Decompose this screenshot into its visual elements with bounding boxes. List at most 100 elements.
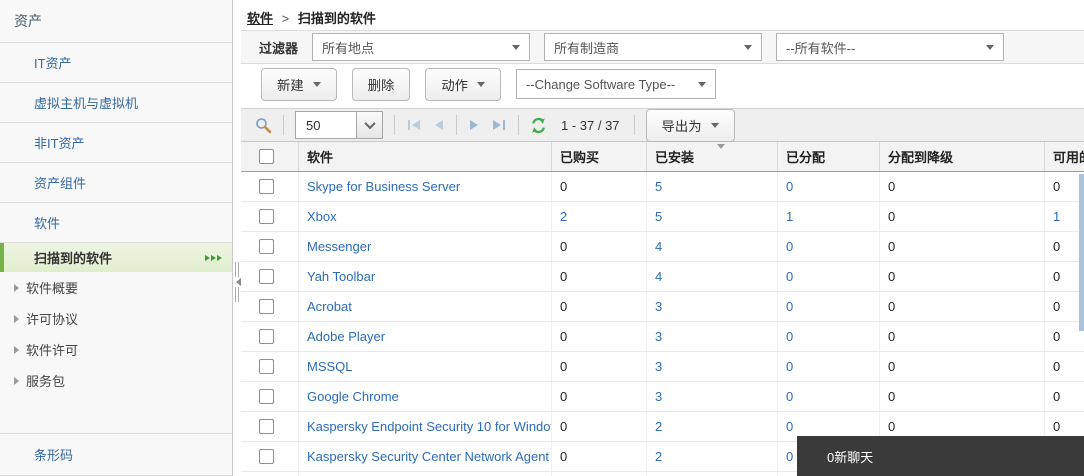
last-page-button[interactable]	[491, 118, 507, 132]
software-name-link[interactable]: Skype for Business Server	[307, 179, 460, 194]
count-link[interactable]: 4	[655, 239, 662, 254]
count-link[interactable]: 0	[786, 419, 793, 434]
cell-downgraded: 0	[879, 382, 1044, 411]
row-checkbox[interactable]	[259, 389, 274, 404]
count-link[interactable]: 3	[655, 389, 662, 404]
count-value: 0	[1053, 179, 1061, 194]
count-value: 0	[1053, 299, 1061, 314]
row-checkbox[interactable]	[259, 269, 274, 284]
software-name-link[interactable]: Kaspersky Security Center Network Agent	[307, 449, 549, 464]
count-value: 0	[1053, 359, 1061, 374]
column-header-downgraded[interactable]: 分配到降级	[879, 142, 1044, 171]
count-link[interactable]: 0	[786, 299, 793, 314]
breadcrumb: 软件 > 扫描到的软件	[241, 0, 1084, 30]
cell-name: Yah Toolbar	[298, 262, 551, 291]
column-header-installed[interactable]: 已安装	[646, 142, 777, 171]
row-checkbox[interactable]	[259, 419, 274, 434]
sidebar-splitter[interactable]	[234, 262, 242, 308]
sidebar-item[interactable]: 资产组件	[0, 163, 232, 203]
vertical-scrollbar-thumb[interactable]	[1079, 174, 1084, 331]
sidebar-item[interactable]: 条形码	[0, 433, 232, 475]
count-link[interactable]: 1	[1053, 209, 1060, 224]
software-name-link[interactable]: Yah Toolbar	[307, 269, 375, 284]
count-value: 0	[888, 299, 896, 314]
column-header-purchased[interactable]: 已购买	[551, 142, 646, 171]
first-page-button[interactable]	[406, 118, 422, 132]
count-link[interactable]: 3	[655, 359, 662, 374]
change-software-type-select[interactable]: --Change Software Type--	[515, 69, 716, 99]
column-header-name[interactable]: 软件	[298, 142, 551, 171]
cell-allocated: 0	[777, 172, 879, 201]
sidebar-subitem[interactable]: 服务包	[0, 365, 232, 396]
row-checkbox[interactable]	[259, 359, 274, 374]
site-filter-select[interactable]: 所有地点	[312, 33, 531, 61]
new-button-label: 新建	[277, 77, 304, 93]
sidebar-item[interactable]: 非IT资产	[0, 123, 232, 163]
sidebar-item[interactable]: 虚拟主机与虚拟机	[0, 83, 232, 123]
count-link[interactable]: 0	[786, 389, 793, 404]
prev-page-button[interactable]	[433, 118, 445, 132]
count-link[interactable]: 0	[786, 179, 793, 194]
expand-arrow-icon	[14, 376, 19, 385]
software-name-link[interactable]: Adobe Player	[307, 329, 385, 344]
delete-button[interactable]: 删除	[351, 67, 411, 101]
software-name-link[interactable]: Messenger	[307, 239, 371, 254]
export-button[interactable]: 导出为	[645, 108, 735, 142]
search-button[interactable]	[255, 117, 272, 134]
count-link[interactable]: 1	[786, 209, 793, 224]
expand-arrow-icon	[14, 345, 19, 354]
cell-downgraded: 0	[879, 292, 1044, 321]
count-link[interactable]: 4	[655, 269, 662, 284]
row-checkbox[interactable]	[259, 299, 274, 314]
count-value: 0	[560, 329, 568, 344]
sidebar-subitem[interactable]: 软件概要	[0, 272, 232, 303]
software-name-link[interactable]: Xbox	[307, 209, 337, 224]
sidebar-subitem[interactable]: 许可协议	[0, 303, 232, 334]
table-row: MSSQL 0 3 0 0 0	[241, 352, 1084, 382]
refresh-button[interactable]	[530, 117, 547, 134]
new-button[interactable]: 新建	[261, 67, 337, 101]
row-checkbox[interactable]	[259, 239, 274, 254]
count-link[interactable]: 5	[655, 179, 662, 194]
software-name-link[interactable]: Kaspersky Endpoint Security 10 for Windo…	[307, 419, 551, 434]
software-name-link[interactable]: MSSQL	[307, 359, 353, 374]
count-link[interactable]: 0	[786, 329, 793, 344]
row-checkbox[interactable]	[259, 449, 274, 464]
count-link[interactable]: 5	[655, 209, 662, 224]
actions-button[interactable]: 动作	[425, 67, 501, 101]
software-filter-select[interactable]: --所有软件--	[776, 33, 1005, 61]
count-link[interactable]: 0	[786, 239, 793, 254]
next-page-button[interactable]	[468, 118, 480, 132]
breadcrumb-link-software[interactable]: 软件	[247, 11, 273, 26]
count-link[interactable]: 0	[786, 359, 793, 374]
select-all-checkbox[interactable]	[259, 149, 274, 164]
sidebar-item[interactable]: IT资产	[0, 43, 232, 83]
cell-installed: 4	[646, 232, 777, 261]
table-row: Adobe Player 0 3 0 0 0	[241, 322, 1084, 352]
software-name-link[interactable]: Acrobat	[307, 299, 352, 314]
cell-available: 0	[1044, 322, 1084, 351]
main-content: 软件 > 扫描到的软件 过滤器 所有地点 所有制造商 --所有软件-- 新建 删…	[241, 0, 1084, 476]
collapse-left-icon	[235, 278, 241, 286]
count-link[interactable]: 0	[786, 269, 793, 284]
chat-bar[interactable]: 0新聊天	[797, 436, 1084, 476]
sidebar-subitem[interactable]: 软件许可	[0, 334, 232, 365]
count-link[interactable]: 2	[655, 419, 662, 434]
page-size-select[interactable]: 50	[295, 111, 383, 139]
column-header-allocated[interactable]: 已分配	[777, 142, 879, 171]
count-link[interactable]: 0	[786, 449, 793, 464]
count-link[interactable]: 2	[560, 209, 567, 224]
sidebar-item[interactable]: 软件	[0, 203, 232, 243]
count-link[interactable]: 3	[655, 329, 662, 344]
column-header-available[interactable]: 可用的	[1044, 142, 1084, 171]
row-checkbox[interactable]	[259, 209, 274, 224]
cell-downgraded: 0	[879, 172, 1044, 201]
cell-installed: 5	[646, 172, 777, 201]
sidebar-item-scanned-software[interactable]: 扫描到的软件	[0, 243, 232, 272]
row-checkbox[interactable]	[259, 179, 274, 194]
count-link[interactable]: 3	[655, 299, 662, 314]
row-checkbox[interactable]	[259, 329, 274, 344]
software-name-link[interactable]: Google Chrome	[307, 389, 399, 404]
count-link[interactable]: 2	[655, 449, 662, 464]
manufacturer-filter-select[interactable]: 所有制造商	[544, 33, 763, 61]
